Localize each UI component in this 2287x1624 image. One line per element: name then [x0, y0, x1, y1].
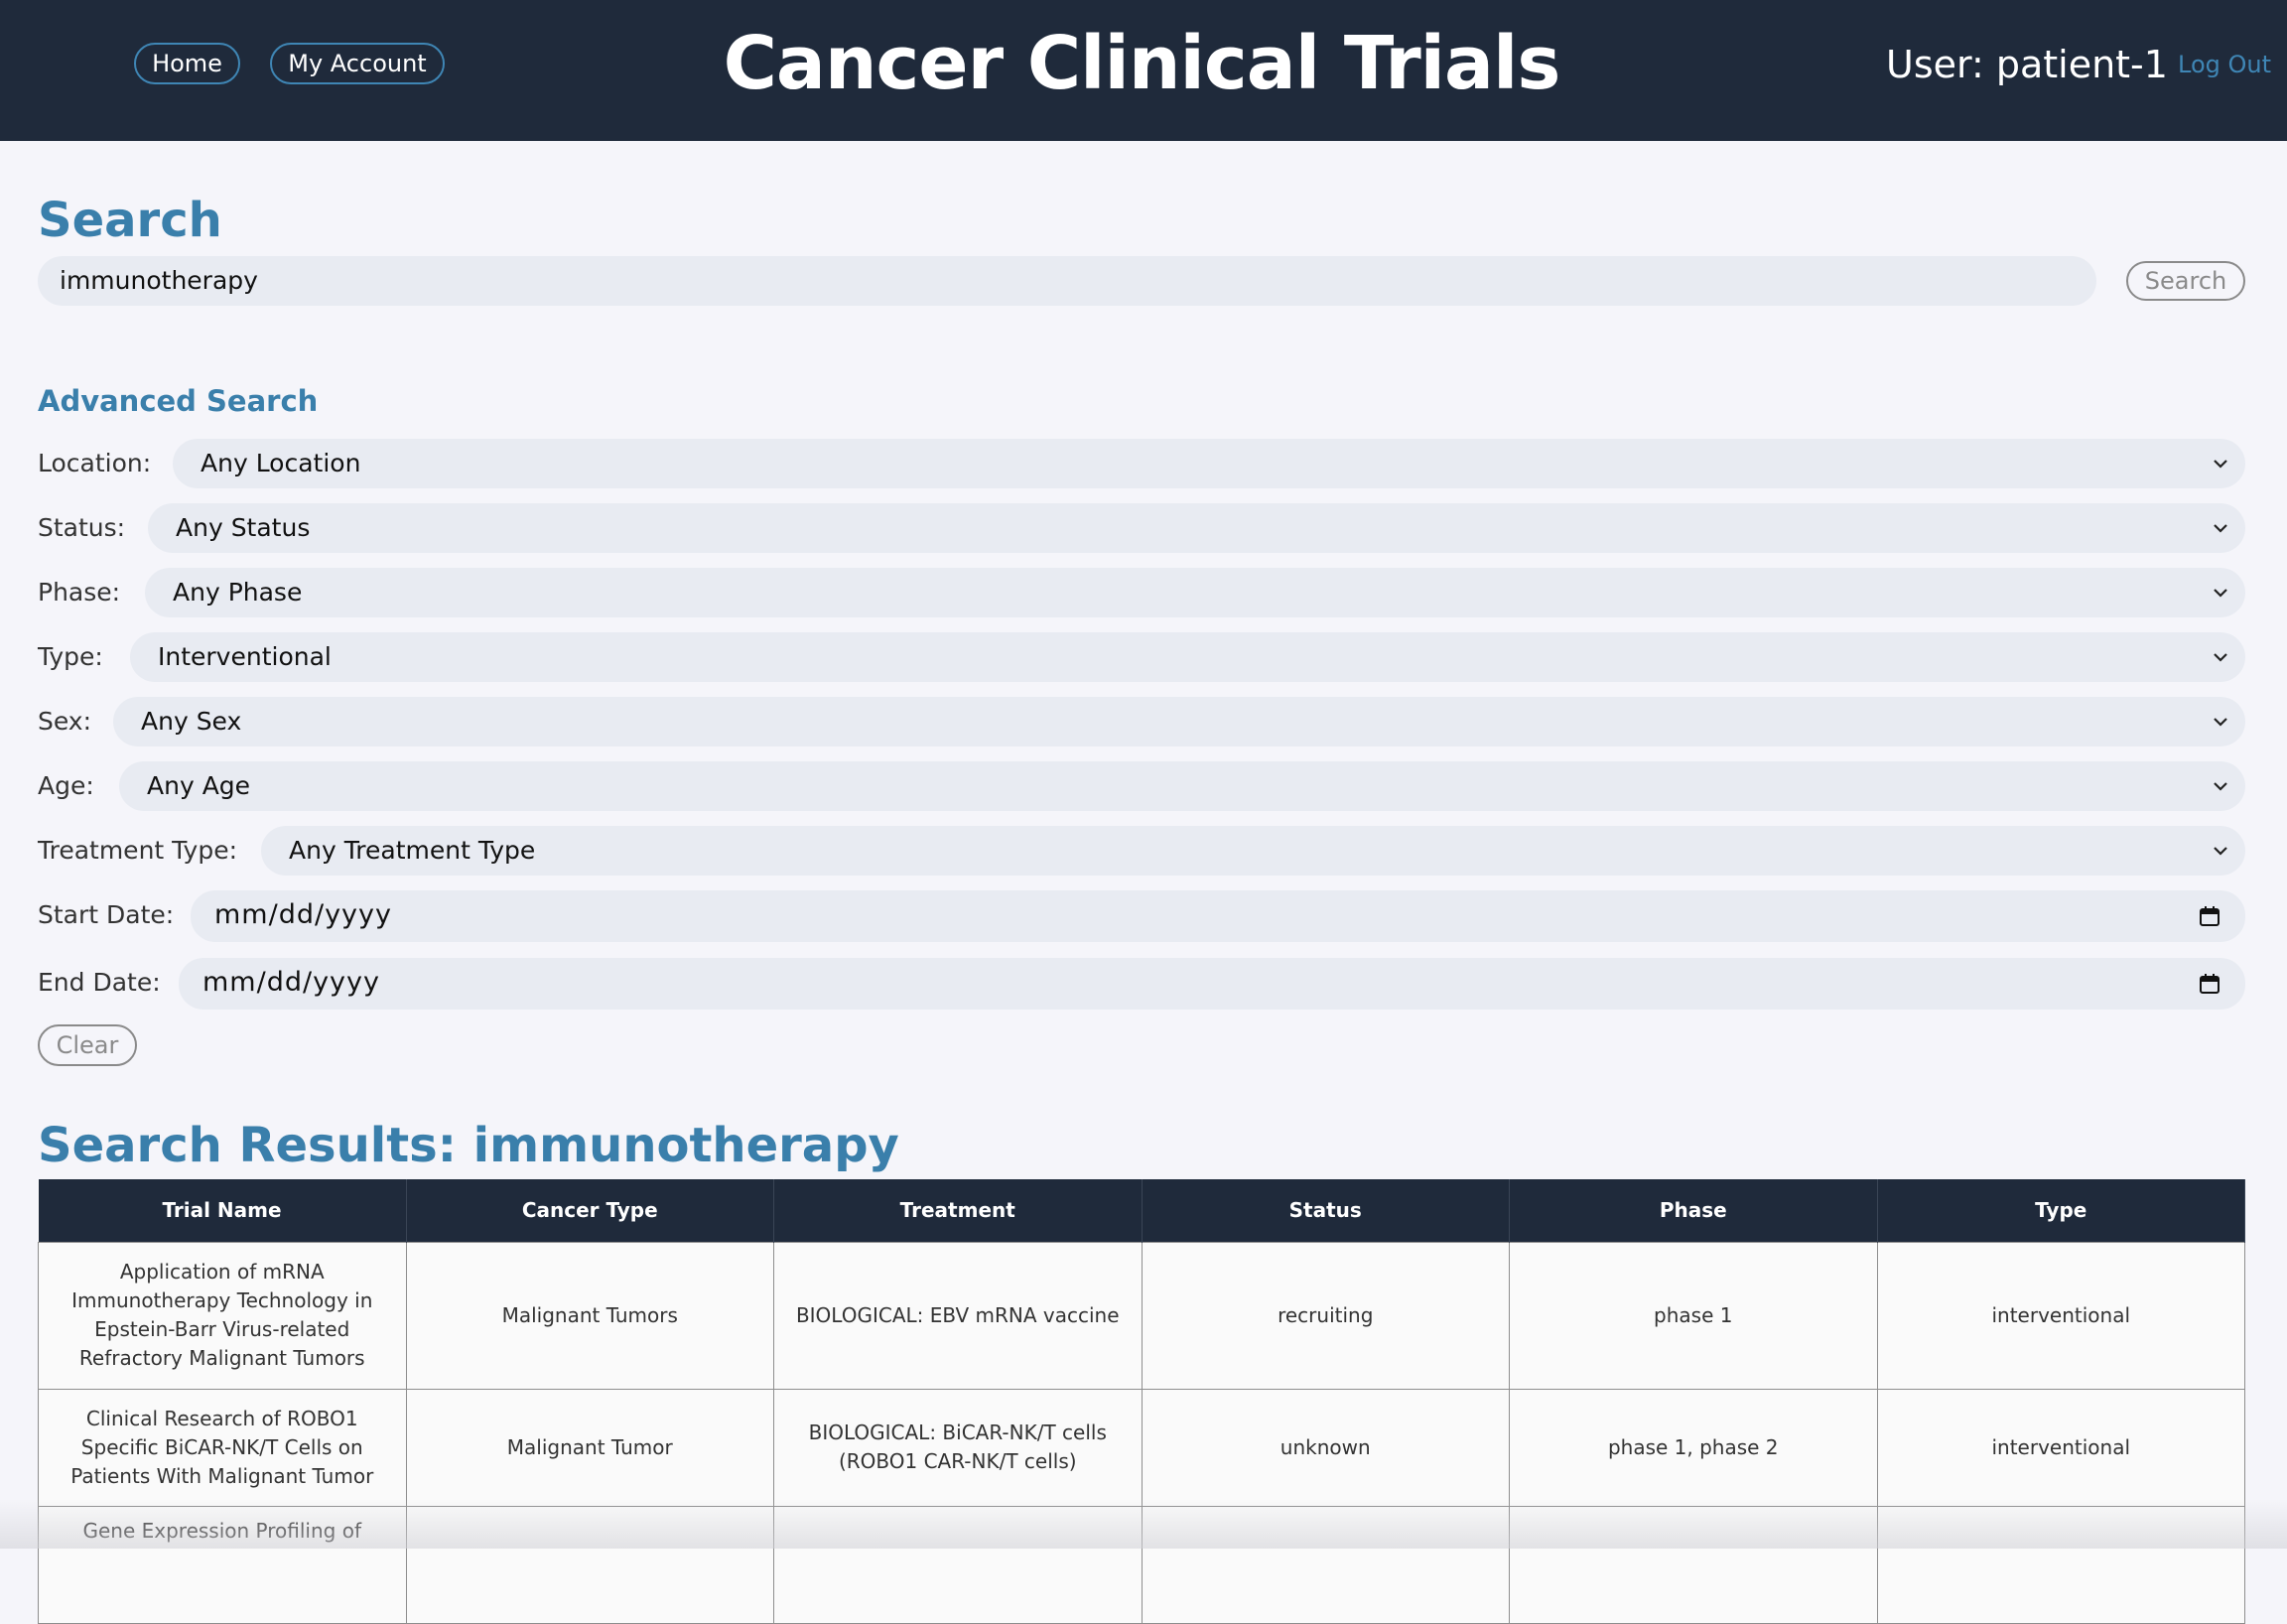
chevron-down-icon: [2214, 589, 2227, 598]
selected-value: Any Sex: [141, 707, 242, 736]
treatment-cell: BIOLOGICAL: BiCAR-NK/T cells (ROBO1 CAR-…: [773, 1388, 1143, 1507]
treatment-type-select[interactable]: Any Treatment Type: [261, 826, 2245, 876]
age-select[interactable]: Any Age: [119, 761, 2245, 811]
table-header-row: Trial Name Cancer Type Treatment Status …: [38, 1179, 2245, 1242]
filter-label: Sex:: [38, 707, 92, 736]
calendar-icon[interactable]: [2198, 972, 2221, 996]
status-select[interactable]: Any Status: [148, 503, 2245, 553]
filter-label: Treatment Type:: [38, 836, 238, 865]
filter-label: Phase:: [38, 578, 121, 607]
advanced-search-heading: Advanced Search: [38, 384, 319, 418]
selected-value: Any Age: [147, 771, 251, 800]
filter-label: Location:: [38, 449, 152, 477]
filter-label: End Date:: [38, 968, 161, 997]
app-title: Cancer Clinical Trials: [723, 21, 1561, 106]
selected-value: Any Status: [176, 513, 311, 542]
chevron-down-icon: [2214, 847, 2227, 856]
status-cell: unknown: [1141, 1388, 1510, 1507]
filter-label: Age:: [38, 771, 94, 800]
filter-label: Start Date:: [38, 900, 175, 929]
user-label: User: patient-1: [1886, 43, 2168, 86]
search-heading: Search: [38, 193, 222, 248]
column-header-treatment[interactable]: Treatment: [773, 1179, 1143, 1242]
column-header-phase[interactable]: Phase: [1509, 1179, 1878, 1242]
results-table: Trial Name Cancer Type Treatment Status …: [38, 1179, 2245, 1624]
filter-location: Location: Any Location: [38, 439, 2245, 488]
filter-status: Status: Any Status: [38, 503, 2245, 553]
table-row[interactable]: Clinical Research of ROBO1 Specific BiCA…: [38, 1388, 2245, 1507]
chevron-down-icon: [2214, 460, 2227, 469]
column-header-cancer-type[interactable]: Cancer Type: [406, 1179, 774, 1242]
filter-treatment-type: Treatment Type: Any Treatment Type: [38, 826, 2245, 876]
filter-type: Type: Interventional: [38, 632, 2245, 682]
search-button[interactable]: Search: [2126, 261, 2245, 301]
filter-age: Age: Any Age: [38, 761, 2245, 811]
cancer-type-cell: Malignant Tumors: [405, 1241, 774, 1390]
table-row[interactable]: Application of mRNA Immunotherapy Techno…: [38, 1241, 2245, 1390]
filter-start-date: Start Date: mm/dd/yyyy: [38, 890, 2245, 942]
clear-button[interactable]: Clear: [38, 1024, 137, 1066]
trial-name-cell[interactable]: Application of mRNA Immunotherapy Techno…: [38, 1241, 407, 1390]
end-date-input[interactable]: mm/dd/yyyy: [179, 958, 2245, 1010]
cancer-type-cell: Malignant Tumor: [405, 1388, 774, 1507]
chevron-down-icon: [2214, 653, 2227, 662]
phase-cell: phase 1, phase 2: [1509, 1388, 1878, 1507]
column-header-type[interactable]: Type: [1877, 1179, 2245, 1242]
date-placeholder: mm/dd/yyyy: [202, 967, 380, 998]
chevron-down-icon: [2214, 718, 2227, 727]
filter-sex: Sex: Any Sex: [38, 697, 2245, 746]
location-select[interactable]: Any Location: [173, 439, 2245, 488]
phase-select[interactable]: Any Phase: [145, 568, 2245, 617]
start-date-input[interactable]: mm/dd/yyyy: [191, 890, 2245, 942]
filter-label: Type:: [38, 642, 103, 671]
selected-value: Any Location: [201, 449, 361, 477]
sex-select[interactable]: Any Sex: [113, 697, 2245, 746]
scroll-fade-overlay: [0, 1499, 2287, 1549]
status-cell: recruiting: [1141, 1241, 1510, 1390]
trial-name-cell[interactable]: Clinical Research of ROBO1 Specific BiCA…: [38, 1388, 407, 1507]
treatment-cell: BIOLOGICAL: EBV mRNA vaccine: [773, 1241, 1143, 1390]
search-input[interactable]: [38, 256, 2096, 306]
home-button[interactable]: Home: [134, 43, 240, 84]
search-results-heading: Search Results: immunotherapy: [38, 1118, 899, 1173]
selected-value: Interventional: [158, 642, 332, 671]
type-select[interactable]: Interventional: [130, 632, 2245, 682]
chevron-down-icon: [2214, 524, 2227, 533]
selected-value: Any Phase: [173, 578, 303, 607]
chevron-down-icon: [2214, 782, 2227, 791]
phase-cell: phase 1: [1509, 1241, 1878, 1390]
type-cell: interventional: [1876, 1388, 2245, 1507]
my-account-button[interactable]: My Account: [270, 43, 445, 84]
date-placeholder: mm/dd/yyyy: [214, 899, 392, 930]
filter-label: Status:: [38, 513, 126, 542]
top-navigation-bar: Home My Account Cancer Clinical Trials U…: [0, 0, 2287, 141]
type-cell: interventional: [1876, 1241, 2245, 1390]
log-out-link[interactable]: Log Out: [2178, 47, 2271, 82]
calendar-icon[interactable]: [2198, 904, 2221, 928]
filter-phase: Phase: Any Phase: [38, 568, 2245, 617]
column-header-status[interactable]: Status: [1142, 1179, 1510, 1242]
filter-end-date: End Date: mm/dd/yyyy: [38, 958, 2245, 1010]
selected-value: Any Treatment Type: [289, 836, 536, 865]
column-header-trial-name[interactable]: Trial Name: [38, 1179, 407, 1242]
